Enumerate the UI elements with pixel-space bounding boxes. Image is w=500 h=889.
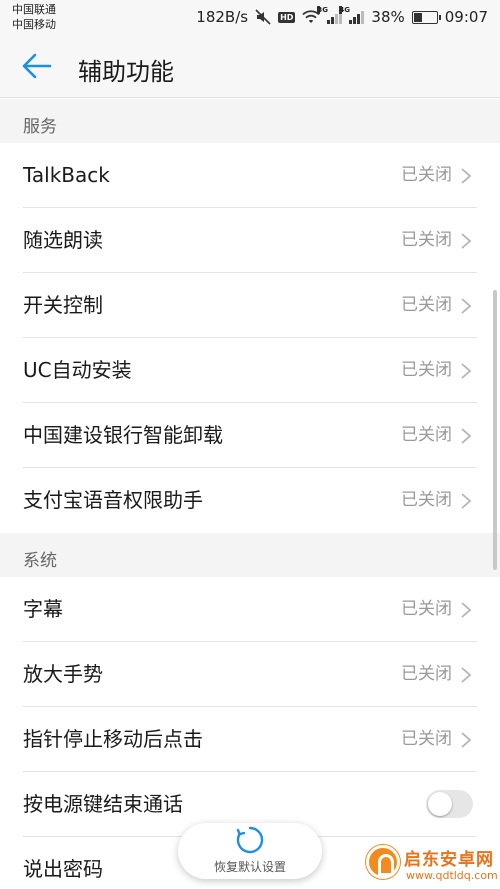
setting-label: UC自动安装	[23, 358, 132, 382]
watermark-logo-icon	[366, 845, 400, 879]
setting-label: 开关控制	[23, 293, 103, 317]
restore-defaults-button[interactable]: 恢复默认设置	[178, 823, 322, 879]
carrier-info: 中国联通 中国移动	[12, 2, 56, 32]
setting-row[interactable]: TalkBack 已关闭	[0, 143, 500, 208]
setting-status: 已关闭	[401, 360, 452, 380]
setting-status: 已关闭	[401, 490, 452, 510]
watermark-title: 启东安卓网	[404, 850, 494, 870]
setting-row[interactable]: 支付宝语音权限助手 已关闭	[0, 468, 500, 533]
setting-label: 支付宝语音权限助手	[23, 488, 203, 512]
battery-percent: 38%	[371, 8, 405, 26]
setting-label: 按电源键结束通话	[23, 792, 183, 816]
chevron-right-icon	[461, 428, 472, 444]
chevron-right-icon	[461, 602, 472, 618]
setting-row[interactable]: 放大手势 已关闭	[0, 642, 500, 707]
carrier-1: 中国联通	[12, 3, 56, 16]
carrier-2: 中国移动	[12, 18, 56, 31]
setting-label: 说出密码	[23, 857, 103, 881]
setting-status: 已关闭	[401, 599, 452, 619]
section-header: 服务	[0, 99, 500, 143]
setting-status: 已关闭	[401, 729, 452, 749]
settings-list: 服务 TalkBack 已关闭 随选朗读 已关闭 开关控制 已关闭 UC自动安装 已关闭 中国建设…	[0, 99, 500, 889]
site-watermark: 启东安卓网 www.qdtldq.com	[366, 841, 498, 887]
app-bar: 辅助功能	[0, 34, 500, 98]
hd-icon: HD	[278, 11, 296, 23]
net-speed: 182B/s	[196, 8, 249, 26]
chevron-right-icon	[461, 168, 472, 184]
watermark-url: www.qdtldq.com	[406, 869, 498, 882]
setting-label: 放大手势	[23, 662, 103, 686]
setting-label: TalkBack	[23, 163, 110, 187]
status-icons: 182B/s HD 3G 4G 38% 09:07	[196, 0, 488, 34]
scrollbar[interactable]	[493, 290, 497, 570]
setting-row[interactable]: 字幕 已关闭	[0, 577, 500, 642]
signal-4g-icon: 4G	[339, 6, 365, 24]
setting-row[interactable]: UC自动安装 已关闭	[0, 338, 500, 403]
setting-row[interactable]: 随选朗读 已关闭	[0, 208, 500, 273]
setting-label: 指针停止移动后点击	[23, 727, 203, 751]
status-bar: 中国联通 中国移动 182B/s HD 3G 4G 38% 09:07	[0, 0, 500, 34]
page-title: 辅助功能	[78, 58, 174, 86]
setting-status: 已关闭	[401, 425, 452, 445]
restore-defaults-label: 恢复默认设置	[213, 860, 286, 874]
setting-label: 随选朗读	[23, 228, 103, 252]
setting-status: 已关闭	[401, 165, 452, 185]
battery-icon	[411, 10, 441, 24]
chevron-right-icon	[461, 493, 472, 509]
chevron-right-icon	[461, 233, 472, 249]
signal-4g-tag: 4G	[339, 6, 351, 14]
chevron-right-icon	[461, 298, 472, 314]
setting-status: 已关闭	[401, 664, 452, 684]
toggle-switch[interactable]	[426, 790, 473, 818]
setting-label: 中国建设银行智能卸载	[23, 423, 223, 447]
chevron-right-icon	[461, 363, 472, 379]
setting-row[interactable]: 指针停止移动后点击 已关闭	[0, 707, 500, 772]
setting-status: 已关闭	[401, 230, 452, 250]
clock: 09:07	[444, 8, 488, 26]
setting-label: 字幕	[23, 597, 63, 621]
setting-row[interactable]: 中国建设银行智能卸载 已关闭	[0, 403, 500, 468]
chevron-right-icon	[461, 667, 472, 683]
mute-icon	[255, 9, 271, 25]
section-header: 系统	[0, 533, 500, 577]
chevron-right-icon	[461, 732, 472, 748]
restore-icon	[236, 826, 264, 854]
signal-3g-tag: 3G	[317, 6, 329, 14]
setting-status: 已关闭	[401, 295, 452, 315]
battery-fill	[413, 12, 422, 22]
arrow-left-icon[interactable]	[20, 50, 56, 82]
toggle-knob	[428, 792, 452, 816]
setting-row[interactable]: 开关控制 已关闭	[0, 273, 500, 338]
